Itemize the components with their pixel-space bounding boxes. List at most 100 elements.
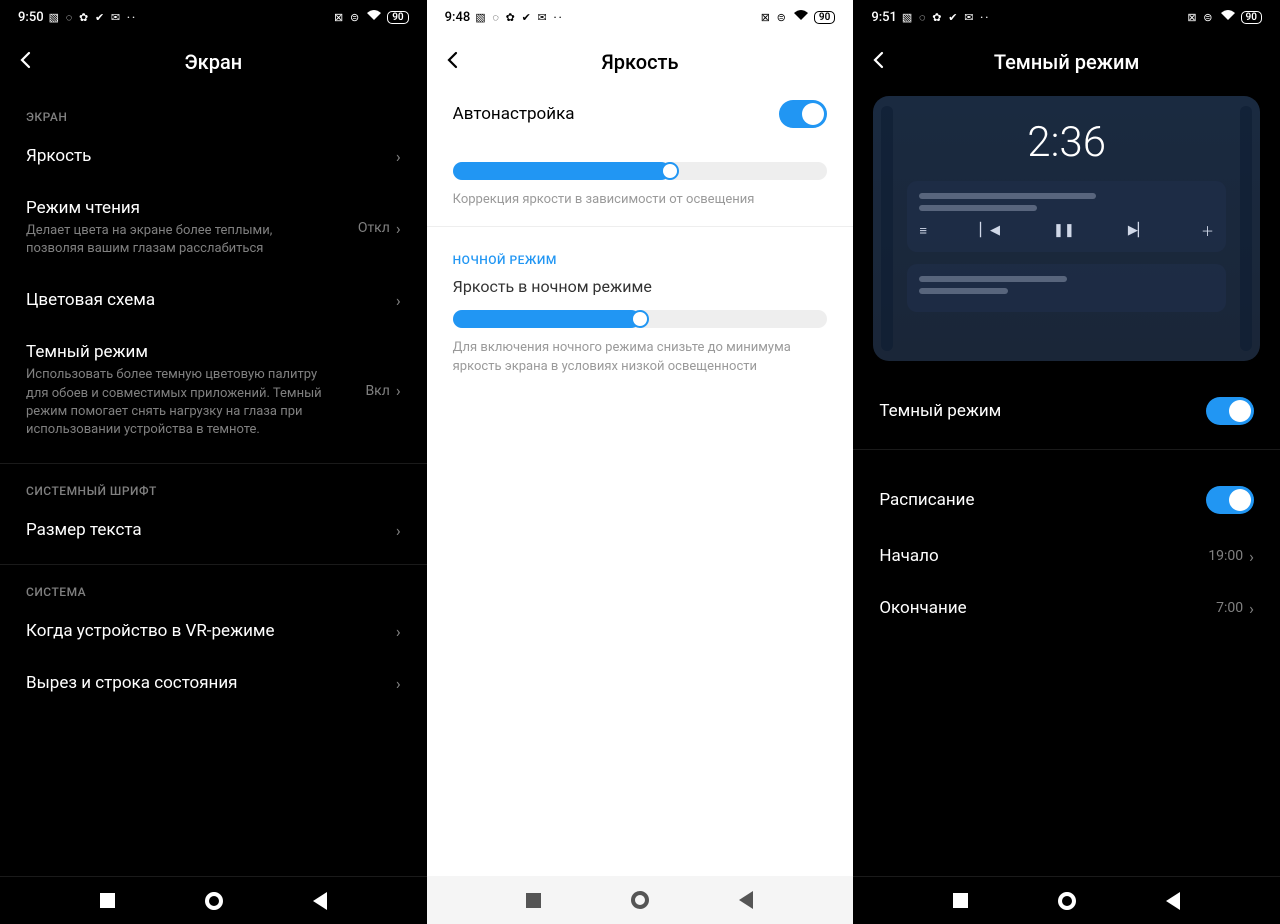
chevron-right-icon: › (396, 291, 401, 310)
back-button[interactable] (16, 48, 46, 76)
row-label: Окончание (879, 598, 1216, 618)
content: ЭКРАН Яркость › Режим чтения Делает цвет… (0, 90, 427, 876)
battery-icon: 90 (814, 11, 835, 24)
hint-text: Для включения ночного режима снизьте до … (453, 338, 828, 377)
schedule-toggle[interactable] (1206, 486, 1254, 514)
brightness-slider[interactable] (453, 162, 828, 180)
nav-back[interactable] (1166, 892, 1180, 910)
preview-card: ≡ ▏◀ ❚❚ ▶▏ ＋ (907, 181, 1226, 252)
row-label: Режим чтения (26, 198, 358, 218)
content: 2:36 ≡ ▏◀ ❚❚ ▶▏ ＋ Темный режим (853, 90, 1280, 876)
row-sub: Использовать более темную цветовую палит… (26, 366, 326, 439)
row-value: 19:00 (1208, 548, 1243, 564)
chevron-right-icon: › (396, 219, 401, 238)
status-time: 9:48 (445, 10, 471, 25)
divider (0, 463, 427, 464)
divider (427, 226, 854, 227)
menu-icon: ≡ (919, 223, 927, 239)
page-title: Яркость (601, 50, 678, 74)
plus-icon: ＋ (1201, 221, 1214, 240)
chevron-right-icon: › (1249, 599, 1254, 618)
nav-bar (0, 876, 427, 924)
wifi-icon (793, 9, 809, 25)
row-reading-mode[interactable]: Режим чтения Делает цвета на экране боле… (26, 182, 401, 274)
row-label: Темный режим (879, 401, 1206, 421)
status-icons-right: ⊠ ⊜ (334, 11, 361, 24)
status-bar: 9:51 ▧ ◌ ✿ ✔ ✉ ·· ⊠ ⊜ 90 (853, 0, 1280, 34)
row-sub: Делает цвета на экране более теплыми, по… (26, 222, 326, 258)
next-icon: ▶▏ (1128, 223, 1148, 238)
preview-clock: 2:36 (887, 118, 1246, 167)
status-time: 9:50 (18, 10, 44, 25)
nav-recents[interactable] (526, 893, 541, 908)
screen-brightness: 9:48 ▧ ◌ ✿ ✔ ✉ ·· ⊠ ⊜ 90 Яркость Автонас… (427, 0, 854, 924)
back-button[interactable] (443, 48, 473, 76)
row-start-time[interactable]: Начало 19:00 › (879, 530, 1254, 582)
row-value: Откл (358, 220, 390, 236)
dark-mode-preview: 2:36 ≡ ▏◀ ❚❚ ▶▏ ＋ (873, 96, 1260, 361)
nav-home[interactable] (1058, 892, 1076, 910)
row-dark-mode-toggle: Темный режим (879, 381, 1254, 441)
chevron-right-icon: › (396, 674, 401, 693)
hint-text: Коррекция яркости в зависимости от освещ… (453, 190, 828, 210)
status-icons-left: ▧ ◌ ✿ ✔ ✉ ·· (475, 11, 563, 24)
status-bar: 9:48 ▧ ◌ ✿ ✔ ✉ ·· ⊠ ⊜ 90 (427, 0, 854, 34)
status-time: 9:51 (871, 10, 897, 25)
section-night: НОЧНОЙ РЕЖИМ (453, 253, 828, 267)
nav-home[interactable] (205, 892, 223, 910)
night-brightness-label: Яркость в ночном режиме (453, 277, 828, 296)
row-label: Начало (879, 546, 1208, 566)
row-auto-brightness: Автонастройка (453, 90, 828, 144)
night-brightness-slider[interactable] (453, 310, 828, 328)
page-title: Темный режим (994, 50, 1140, 74)
row-label: Расписание (879, 490, 1206, 510)
chevron-right-icon: › (1249, 547, 1254, 566)
pause-icon: ❚❚ (1053, 223, 1075, 238)
header: Экран (0, 34, 427, 90)
preview-media-controls: ≡ ▏◀ ❚❚ ▶▏ ＋ (919, 221, 1214, 240)
section-font: СИСТЕМНЫЙ ШРИФТ (26, 484, 401, 498)
battery-icon: 90 (1241, 11, 1262, 24)
auto-brightness-toggle[interactable] (779, 100, 827, 128)
nav-bar (427, 876, 854, 924)
row-brightness[interactable]: Яркость › (26, 130, 401, 182)
row-label: Когда устройство в VR-режиме (26, 621, 396, 641)
header: Темный режим (853, 34, 1280, 90)
nav-back[interactable] (739, 891, 753, 909)
dark-mode-toggle[interactable] (1206, 397, 1254, 425)
row-dark-mode[interactable]: Темный режим Использовать более темную ц… (26, 326, 401, 455)
row-color-scheme[interactable]: Цветовая схема › (26, 274, 401, 326)
nav-home[interactable] (631, 891, 649, 909)
chevron-right-icon: › (396, 622, 401, 641)
chevron-right-icon: › (396, 381, 401, 400)
screen-display: 9:50 ▧ ◌ ✿ ✔ ✉ ·· ⊠ ⊜ 90 Экран ЭКРАН Ярк… (0, 0, 427, 924)
divider (853, 449, 1280, 450)
row-label: Размер текста (26, 520, 396, 540)
row-schedule: Расписание (879, 470, 1254, 530)
row-value: Вкл (365, 383, 389, 399)
row-label: Темный режим (26, 342, 365, 362)
prev-icon: ▏◀ (980, 223, 1000, 238)
nav-back[interactable] (313, 892, 327, 910)
screen-dark-mode: 9:51 ▧ ◌ ✿ ✔ ✉ ·· ⊠ ⊜ 90 Темный режим 2:… (853, 0, 1280, 924)
nav-recents[interactable] (100, 893, 115, 908)
row-label: Автонастройка (453, 104, 780, 124)
status-icons-right: ⊠ ⊜ (761, 11, 788, 24)
nav-recents[interactable] (953, 893, 968, 908)
section-system: СИСТЕМА (26, 585, 401, 599)
wifi-icon (1220, 9, 1236, 25)
content: Автонастройка Коррекция яркости в зависи… (427, 90, 854, 876)
header: Яркость (427, 34, 854, 90)
status-icons-right: ⊠ ⊜ (1187, 11, 1214, 24)
row-end-time[interactable]: Окончание 7:00 › (879, 582, 1254, 634)
status-bar: 9:50 ▧ ◌ ✿ ✔ ✉ ·· ⊠ ⊜ 90 (0, 0, 427, 34)
row-text-size[interactable]: Размер текста › (26, 504, 401, 556)
page-title: Экран (184, 50, 242, 74)
nav-bar (853, 876, 1280, 924)
row-notch[interactable]: Вырез и строка состояния › (26, 657, 401, 709)
row-value: 7:00 (1216, 600, 1243, 616)
back-button[interactable] (869, 48, 899, 76)
row-vr-mode[interactable]: Когда устройство в VR-режиме › (26, 605, 401, 657)
section-screen: ЭКРАН (26, 110, 401, 124)
row-label: Вырез и строка состояния (26, 673, 396, 693)
